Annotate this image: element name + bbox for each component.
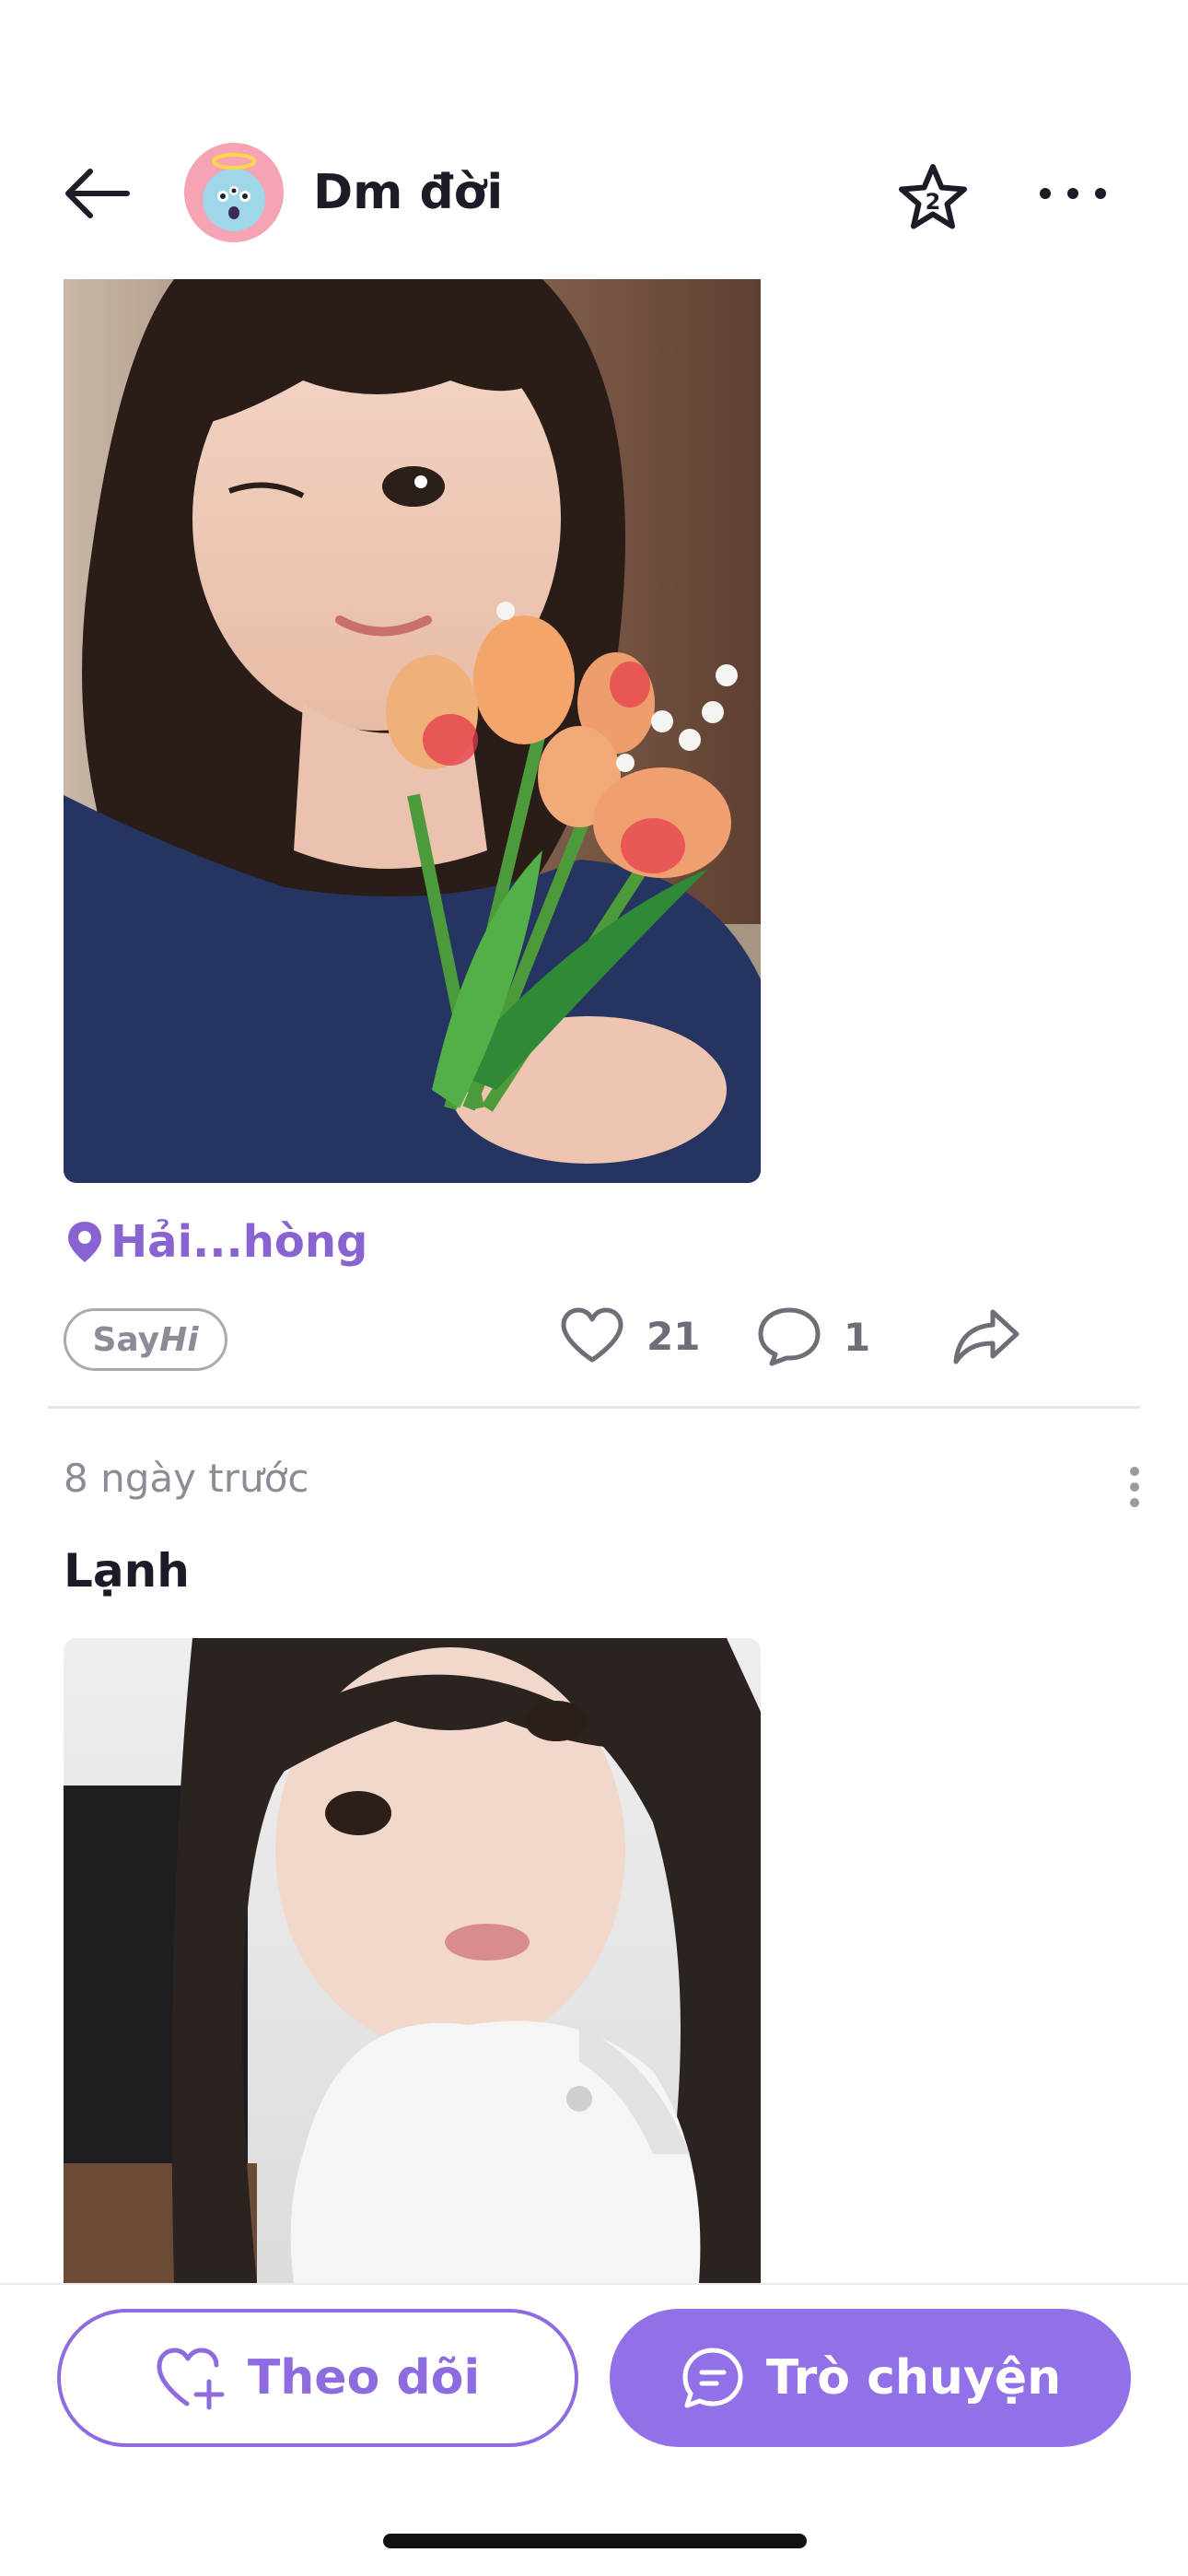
- profile-title: Dm đời: [313, 165, 504, 220]
- share-button[interactable]: [952, 1306, 1022, 1369]
- star-icon: 2: [899, 164, 967, 229]
- more-vertical-icon-dot: [1130, 1482, 1139, 1492]
- post-photo[interactable]: [64, 1638, 761, 2283]
- post-location[interactable]: Hải...hòng: [66, 1212, 367, 1271]
- post-title: Lạnh: [64, 1544, 190, 1598]
- bottom-action-bar: Theo dõi Trò chuyện: [0, 2283, 1188, 2576]
- share-arrow-icon: [953, 1309, 1019, 1364]
- post-photo[interactable]: [64, 279, 761, 1183]
- sayhi-say-text: Say: [92, 1320, 160, 1359]
- chat-bubble-icon: [682, 2348, 743, 2408]
- follow-label: Theo dõi: [247, 2350, 481, 2406]
- comment-count: 1: [844, 1314, 871, 1360]
- heart-plus-icon: [157, 2348, 225, 2410]
- photo-girl-with-tulips: [64, 279, 761, 1183]
- profile-post-screen: Dm đời 2 Hải...hòng Say Hi 21 1 8 ngày t…: [0, 0, 1188, 2576]
- header: Dm đời 2: [0, 138, 1188, 249]
- home-indicator[interactable]: [383, 2534, 807, 2548]
- like-button[interactable]: 21: [560, 1306, 700, 1365]
- more-horizontal-icon: [1040, 188, 1106, 199]
- location-label: Hải...hòng: [111, 1216, 368, 1268]
- heart-icon: [561, 1307, 623, 1363]
- sayhi-button[interactable]: Say Hi: [64, 1308, 227, 1371]
- chat-button[interactable]: Trò chuyện: [610, 2309, 1131, 2447]
- arrow-left-icon: [65, 169, 130, 218]
- back-button[interactable]: [55, 157, 138, 230]
- comment-button[interactable]: 1: [757, 1306, 870, 1367]
- more-vertical-icon-dot: [1130, 1467, 1139, 1476]
- star-button[interactable]: 2: [891, 157, 974, 240]
- avatar-image: [184, 143, 284, 242]
- more-options-button[interactable]: [1031, 166, 1114, 221]
- post-actions: Say Hi 21 1: [0, 1299, 1188, 1382]
- avatar[interactable]: [184, 143, 284, 242]
- star-badge: 2: [926, 189, 941, 215]
- chat-label: Trò chuyện: [765, 2350, 1062, 2406]
- more-vertical-icon-dot: [1130, 1498, 1139, 1507]
- photo-girl-in-white-jacket: [64, 1638, 761, 2283]
- follow-button[interactable]: Theo dõi: [57, 2309, 578, 2447]
- sayhi-hi-text: Hi: [159, 1320, 199, 1359]
- like-count: 21: [646, 1313, 701, 1359]
- divider: [48, 1406, 1140, 1409]
- comment-bubble-icon: [758, 1307, 821, 1366]
- post-more-button[interactable]: [1125, 1467, 1144, 1507]
- location-pin-icon: [68, 1222, 101, 1262]
- post-timestamp: 8 ngày trước: [64, 1456, 309, 1501]
